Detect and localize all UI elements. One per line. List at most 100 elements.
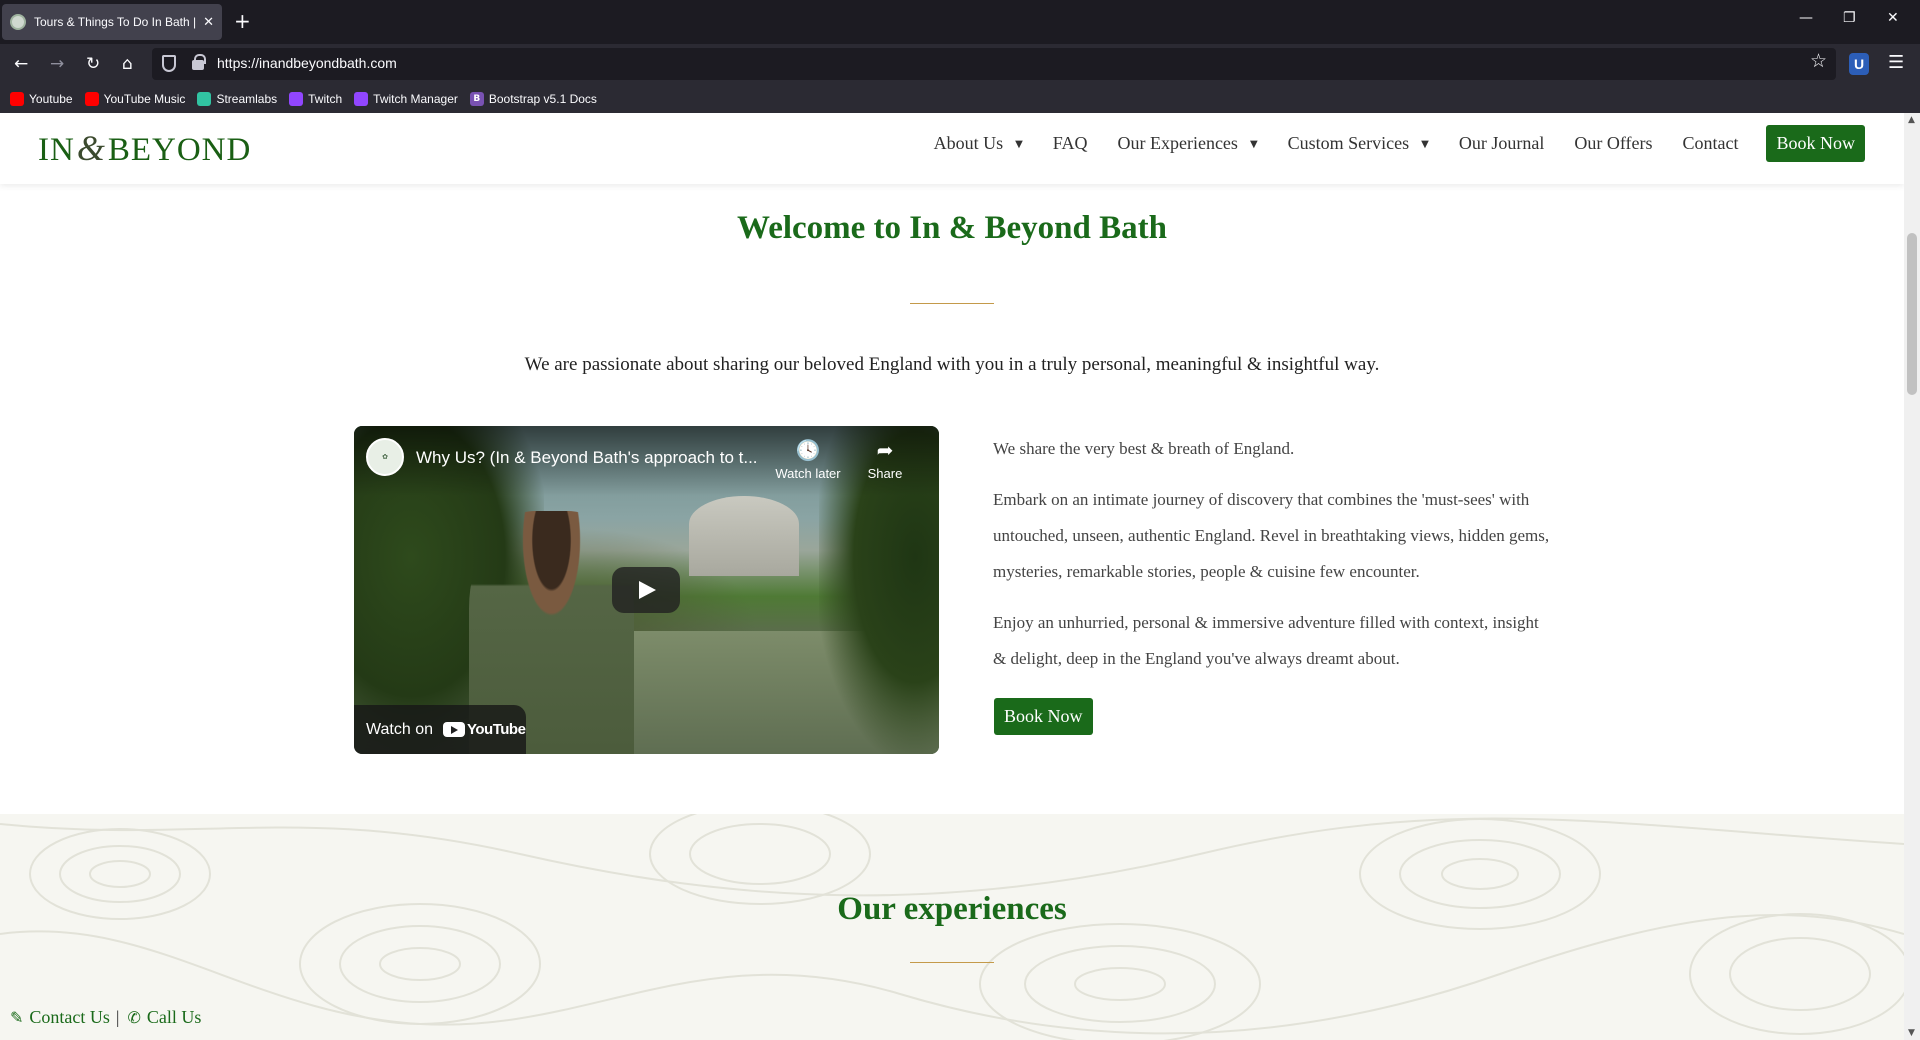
nav-item[interactable]: Our Experiences ▼ bbox=[1117, 133, 1257, 154]
bookmark-item[interactable]: Twitch bbox=[289, 91, 343, 106]
main-nav: About Us ▼ FAQ Our Experiences ▼ Custom Servi… bbox=[904, 123, 1865, 163]
play-button[interactable] bbox=[612, 567, 680, 613]
nav-item-label: Our Offers bbox=[1574, 132, 1653, 153]
bookmarks-toolbar: Youtube YouTube Music Streamlabs Twitch Twit… bbox=[0, 84, 1920, 113]
bookmark-label: Bootstrap v5.1 Docs bbox=[488, 91, 597, 106]
share-label: Share bbox=[867, 466, 903, 481]
welcome-title: Welcome to In & Beyond Bath bbox=[737, 210, 1167, 246]
youtube-logo: YouTube bbox=[443, 721, 526, 738]
bookmark-favicon-icon bbox=[84, 91, 99, 106]
share-button[interactable]: ➦ Share bbox=[850, 438, 920, 481]
nav-item-label: Custom Services bbox=[1287, 132, 1410, 153]
book-now-button[interactable]: Book Now bbox=[994, 698, 1093, 735]
site-favicon-icon bbox=[10, 14, 26, 30]
contact-us-label: Contact Us bbox=[29, 1007, 110, 1027]
scroll-up-icon[interactable]: ▲ bbox=[1908, 115, 1915, 125]
bookmark-favicon-icon: B bbox=[469, 91, 484, 106]
floating-contact-bar: ✎ Contact Us | ✆ Call Us bbox=[10, 1007, 201, 1028]
experiences-divider bbox=[910, 962, 994, 963]
nav-item[interactable]: FAQ bbox=[1053, 133, 1088, 154]
watch-on-label: Watch on bbox=[366, 720, 433, 738]
lock-icon[interactable] bbox=[192, 54, 206, 70]
bookmark-favicon-icon bbox=[289, 91, 304, 106]
watch-on-youtube-button[interactable]: Watch on YouTube bbox=[354, 705, 526, 754]
nav-item-label: Our Journal bbox=[1458, 132, 1545, 153]
intro-text: We are passionate about sharing our belo… bbox=[524, 354, 1380, 375]
forward-icon[interactable]: → bbox=[50, 53, 64, 75]
menu-icon[interactable]: ☰ bbox=[1888, 52, 1904, 73]
bookmark-item[interactable]: Youtube bbox=[10, 91, 73, 106]
tracking-protection-icon[interactable] bbox=[162, 55, 176, 72]
bookmark-label: Streamlabs bbox=[216, 91, 278, 106]
bookmark-item[interactable]: Twitch Manager bbox=[354, 91, 458, 106]
bookmark-item[interactable]: Streamlabs bbox=[197, 91, 278, 106]
experiences-section: Our experiences bbox=[0, 814, 1904, 1040]
about-paragraph: We share the very best & breath of Engla… bbox=[993, 439, 1295, 458]
scrollbar-thumb[interactable] bbox=[1907, 233, 1917, 395]
dropdown-caret-icon: ▼ bbox=[1421, 138, 1429, 150]
browser-nav-bar: ← → ↻ ⌂ https://inandbeyondbath.com ☆ U … bbox=[0, 44, 1920, 84]
site-header: IN&BEYOND About Us ▼ FAQ Our Experiences ▼ Cu… bbox=[0, 113, 1904, 184]
bookmark-favicon-icon bbox=[10, 91, 24, 106]
close-tab-icon[interactable]: ✕ bbox=[203, 15, 214, 30]
nav-item-label: Contact bbox=[1682, 132, 1739, 153]
contact-us-link[interactable]: ✎ Contact Us bbox=[10, 1007, 110, 1028]
home-icon[interactable]: ⌂ bbox=[122, 53, 133, 75]
video-title[interactable]: Why Us? (In & Beyond Bath's approach to … bbox=[416, 448, 758, 468]
browser-tab[interactable]: Tours & Things To Do In Bath | S ✕ bbox=[2, 4, 222, 40]
watch-later-button[interactable]: 🕓 Watch later bbox=[773, 438, 843, 481]
nav-item-label: About Us bbox=[933, 132, 1004, 153]
section-divider bbox=[910, 303, 994, 304]
bookmark-star-icon[interactable]: ☆ bbox=[1810, 50, 1827, 72]
nav-item-label: Our Experiences bbox=[1117, 132, 1238, 153]
phone-icon: ✆ bbox=[127, 1008, 141, 1027]
youtube-play-icon bbox=[443, 722, 465, 737]
minimize-icon[interactable]: — bbox=[1799, 10, 1813, 26]
youtube-video-embed[interactable]: ✿ Why Us? (In & Beyond Bath's approach t… bbox=[354, 426, 939, 754]
bookmark-favicon-icon bbox=[354, 91, 369, 106]
dropdown-caret-icon: ▼ bbox=[1249, 138, 1258, 150]
experiences-title: Our experiences bbox=[837, 891, 1067, 927]
nav-item[interactable]: Our Journal bbox=[1459, 133, 1544, 154]
nav-item[interactable]: Our Offers bbox=[1574, 133, 1652, 154]
about-text-column: We share the very best & breath of Engla… bbox=[993, 431, 1553, 692]
nav-item[interactable]: Custom Services ▼ bbox=[1288, 133, 1429, 154]
close-window-icon[interactable]: ✕ bbox=[1887, 10, 1899, 26]
url-text[interactable]: https://inandbeyondbath.com bbox=[217, 55, 397, 71]
site-logo[interactable]: IN&BEYOND bbox=[38, 127, 251, 169]
dropdown-caret-icon: ▼ bbox=[1015, 138, 1023, 150]
restore-icon[interactable]: ❐ bbox=[1843, 10, 1856, 26]
share-icon: ➦ bbox=[876, 438, 894, 462]
logo-text-right: BEYOND bbox=[107, 132, 252, 168]
address-bar[interactable]: https://inandbeyondbath.com bbox=[152, 48, 1836, 80]
about-paragraph: Enjoy an unhurried, personal & immersive… bbox=[993, 613, 1539, 668]
bookmark-label: YouTube Music bbox=[103, 91, 186, 106]
reload-icon[interactable]: ↻ bbox=[86, 53, 100, 75]
call-us-label: Call Us bbox=[146, 1007, 202, 1027]
extension-icon[interactable]: U bbox=[1849, 53, 1869, 75]
watch-later-label: Watch later bbox=[775, 466, 841, 481]
browser-tab-bar: Tours & Things To Do In Bath | S ✕ + — ❐… bbox=[0, 0, 1920, 44]
nav-item[interactable]: About Us ▼ bbox=[934, 133, 1023, 154]
bookmark-item[interactable]: YouTube Music bbox=[84, 91, 186, 106]
scroll-down-icon[interactable]: ▼ bbox=[1908, 1028, 1915, 1038]
channel-avatar[interactable]: ✿ bbox=[366, 438, 404, 476]
new-tab-icon[interactable]: + bbox=[234, 10, 251, 32]
bookmark-label: Twitch Manager bbox=[373, 91, 458, 106]
about-paragraph: Embark on an intimate journey of discove… bbox=[993, 490, 1550, 581]
logo-text-left: IN bbox=[38, 132, 75, 168]
page-scrollbar[interactable]: ▲ ▼ bbox=[1904, 113, 1920, 1040]
call-us-link[interactable]: ✆ Call Us bbox=[128, 1007, 202, 1028]
bookmark-label: Youtube bbox=[29, 91, 73, 106]
web-page: IN&BEYOND About Us ▼ FAQ Our Experiences ▼ Cu… bbox=[0, 113, 1904, 1040]
nav-item[interactable]: Contact bbox=[1682, 133, 1738, 154]
bookmark-label: Twitch bbox=[308, 91, 343, 106]
header-book-now-button[interactable]: Book Now bbox=[1766, 124, 1865, 162]
tab-title: Tours & Things To Do In Bath | S bbox=[34, 15, 198, 29]
logo-ampersand: & bbox=[76, 128, 106, 168]
back-icon[interactable]: ← bbox=[14, 53, 28, 75]
youtube-wordmark: YouTube bbox=[467, 721, 526, 738]
clock-icon: 🕓 bbox=[795, 438, 821, 462]
bookmark-item[interactable]: B Bootstrap v5.1 Docs bbox=[469, 91, 597, 106]
footer-separator: | bbox=[115, 1007, 120, 1027]
